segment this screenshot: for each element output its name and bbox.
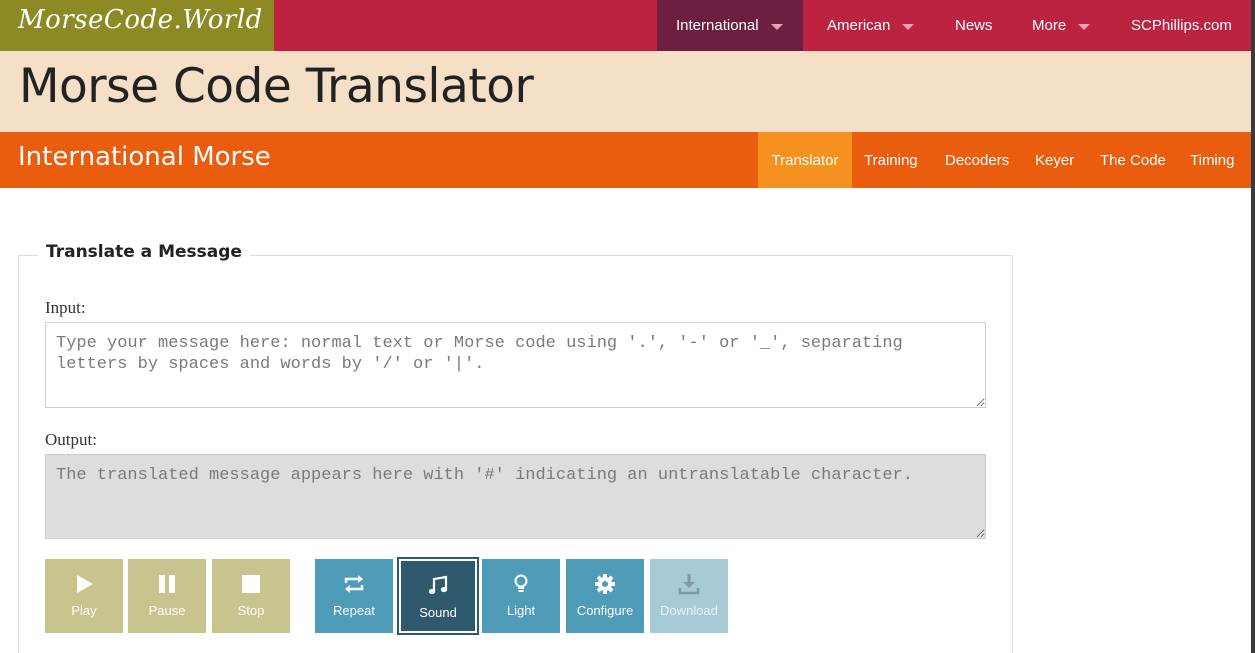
configure-button[interactable]: Configure bbox=[566, 559, 644, 633]
nav-international[interactable]: International bbox=[657, 0, 803, 51]
stop-label: Stop bbox=[237, 603, 265, 618]
page-title: Morse Code Translator bbox=[19, 59, 534, 114]
output-textarea[interactable] bbox=[45, 454, 986, 539]
sound-button[interactable]: Sound bbox=[397, 557, 479, 635]
section-title: International Morse bbox=[18, 142, 271, 172]
site-logo[interactable]: MorseCode.World bbox=[0, 0, 274, 51]
play-label: Play bbox=[71, 603, 97, 618]
tab-training[interactable]: Training bbox=[864, 132, 918, 188]
tab-keyer-label: Keyer bbox=[1035, 151, 1075, 169]
download-label: Download bbox=[660, 603, 718, 618]
nav-american[interactable]: American bbox=[827, 0, 915, 51]
section-header: International Morse Translator Training … bbox=[0, 132, 1251, 188]
pause-icon bbox=[156, 559, 178, 603]
light-button[interactable]: Light bbox=[482, 559, 560, 633]
nav-international-label: International bbox=[676, 17, 759, 34]
repeat-button[interactable]: Repeat bbox=[315, 559, 393, 633]
pause-label: Pause bbox=[148, 603, 186, 618]
download-button[interactable]: Download bbox=[650, 559, 728, 633]
lightbulb-icon bbox=[510, 559, 532, 603]
tab-translator-label: Translator bbox=[771, 151, 839, 169]
pause-button[interactable]: Pause bbox=[128, 559, 206, 633]
tab-the-code-label: The Code bbox=[1100, 151, 1166, 169]
chevron-down-icon bbox=[770, 23, 783, 30]
chevron-down-icon bbox=[902, 23, 915, 30]
scrollbar[interactable] bbox=[1251, 0, 1255, 653]
tab-timing-label: Timing bbox=[1190, 151, 1235, 169]
nav-more[interactable]: More bbox=[1032, 0, 1091, 51]
chevron-down-icon bbox=[1078, 23, 1091, 30]
nav-more-label: More bbox=[1032, 17, 1067, 34]
site-logo-text: MorseCode.World bbox=[18, 5, 263, 35]
tab-decoders[interactable]: Decoders bbox=[945, 132, 1009, 188]
play-icon bbox=[73, 559, 95, 603]
tab-decoders-label: Decoders bbox=[945, 151, 1010, 169]
nav-scphillips-label: SCPhillips.com bbox=[1131, 17, 1232, 34]
nav-scphillips[interactable]: SCPhillips.com bbox=[1131, 0, 1232, 51]
repeat-icon bbox=[342, 559, 366, 603]
tab-the-code[interactable]: The Code bbox=[1100, 132, 1166, 188]
gear-icon bbox=[594, 559, 616, 603]
nav-news[interactable]: News bbox=[955, 0, 993, 51]
sound-label: Sound bbox=[419, 605, 457, 620]
light-label: Light bbox=[506, 603, 536, 618]
input-textarea[interactable] bbox=[45, 322, 986, 408]
music-note-icon bbox=[427, 561, 449, 605]
tab-training-label: Training bbox=[864, 151, 918, 169]
page-header: Morse Code Translator bbox=[0, 51, 1251, 132]
nav-news-label: News bbox=[955, 17, 993, 34]
play-button[interactable]: Play bbox=[45, 559, 123, 633]
translator-legend: Translate a Message bbox=[38, 242, 250, 262]
tab-translator[interactable]: Translator bbox=[758, 132, 852, 188]
download-icon bbox=[678, 559, 700, 603]
input-label: Input: bbox=[45, 298, 86, 317]
tab-timing[interactable]: Timing bbox=[1190, 132, 1234, 188]
output-label: Output: bbox=[45, 430, 97, 449]
configure-label: Configure bbox=[576, 603, 634, 618]
tab-keyer[interactable]: Keyer bbox=[1035, 132, 1074, 188]
repeat-label: Repeat bbox=[333, 603, 375, 618]
top-navbar: MorseCode.World International American N… bbox=[0, 0, 1255, 51]
stop-button[interactable]: Stop bbox=[212, 559, 290, 633]
nav-american-label: American bbox=[827, 17, 891, 34]
stop-icon bbox=[240, 559, 262, 603]
